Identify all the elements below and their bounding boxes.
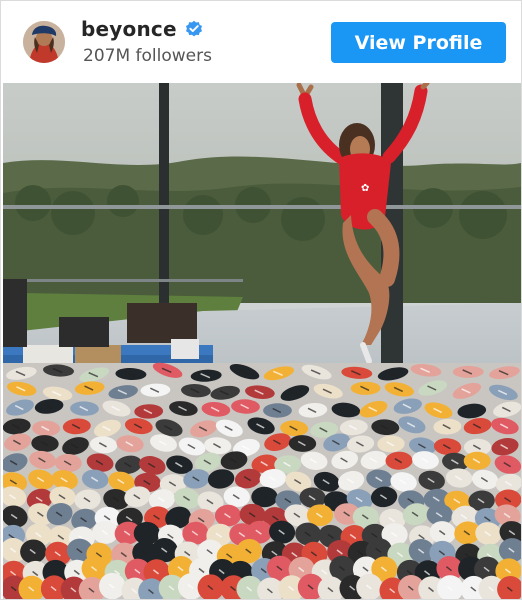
post-photo[interactable]: ✿ bbox=[3, 83, 521, 599]
username-row: beyonce bbox=[81, 17, 203, 41]
avatar-image bbox=[23, 21, 65, 63]
svg-text:✿: ✿ bbox=[361, 183, 369, 194]
avatar[interactable] bbox=[23, 21, 65, 63]
profile-header: beyonce 207M followers View Profile bbox=[1, 1, 521, 83]
instagram-embed-card: beyonce 207M followers View Profile ✿ bbox=[0, 0, 522, 600]
view-profile-button[interactable]: View Profile bbox=[331, 22, 506, 63]
post-image: ✿ bbox=[3, 83, 521, 599]
username[interactable]: beyonce bbox=[81, 17, 177, 41]
verified-badge-icon bbox=[185, 20, 202, 37]
follower-count: 207M followers bbox=[83, 46, 212, 66]
